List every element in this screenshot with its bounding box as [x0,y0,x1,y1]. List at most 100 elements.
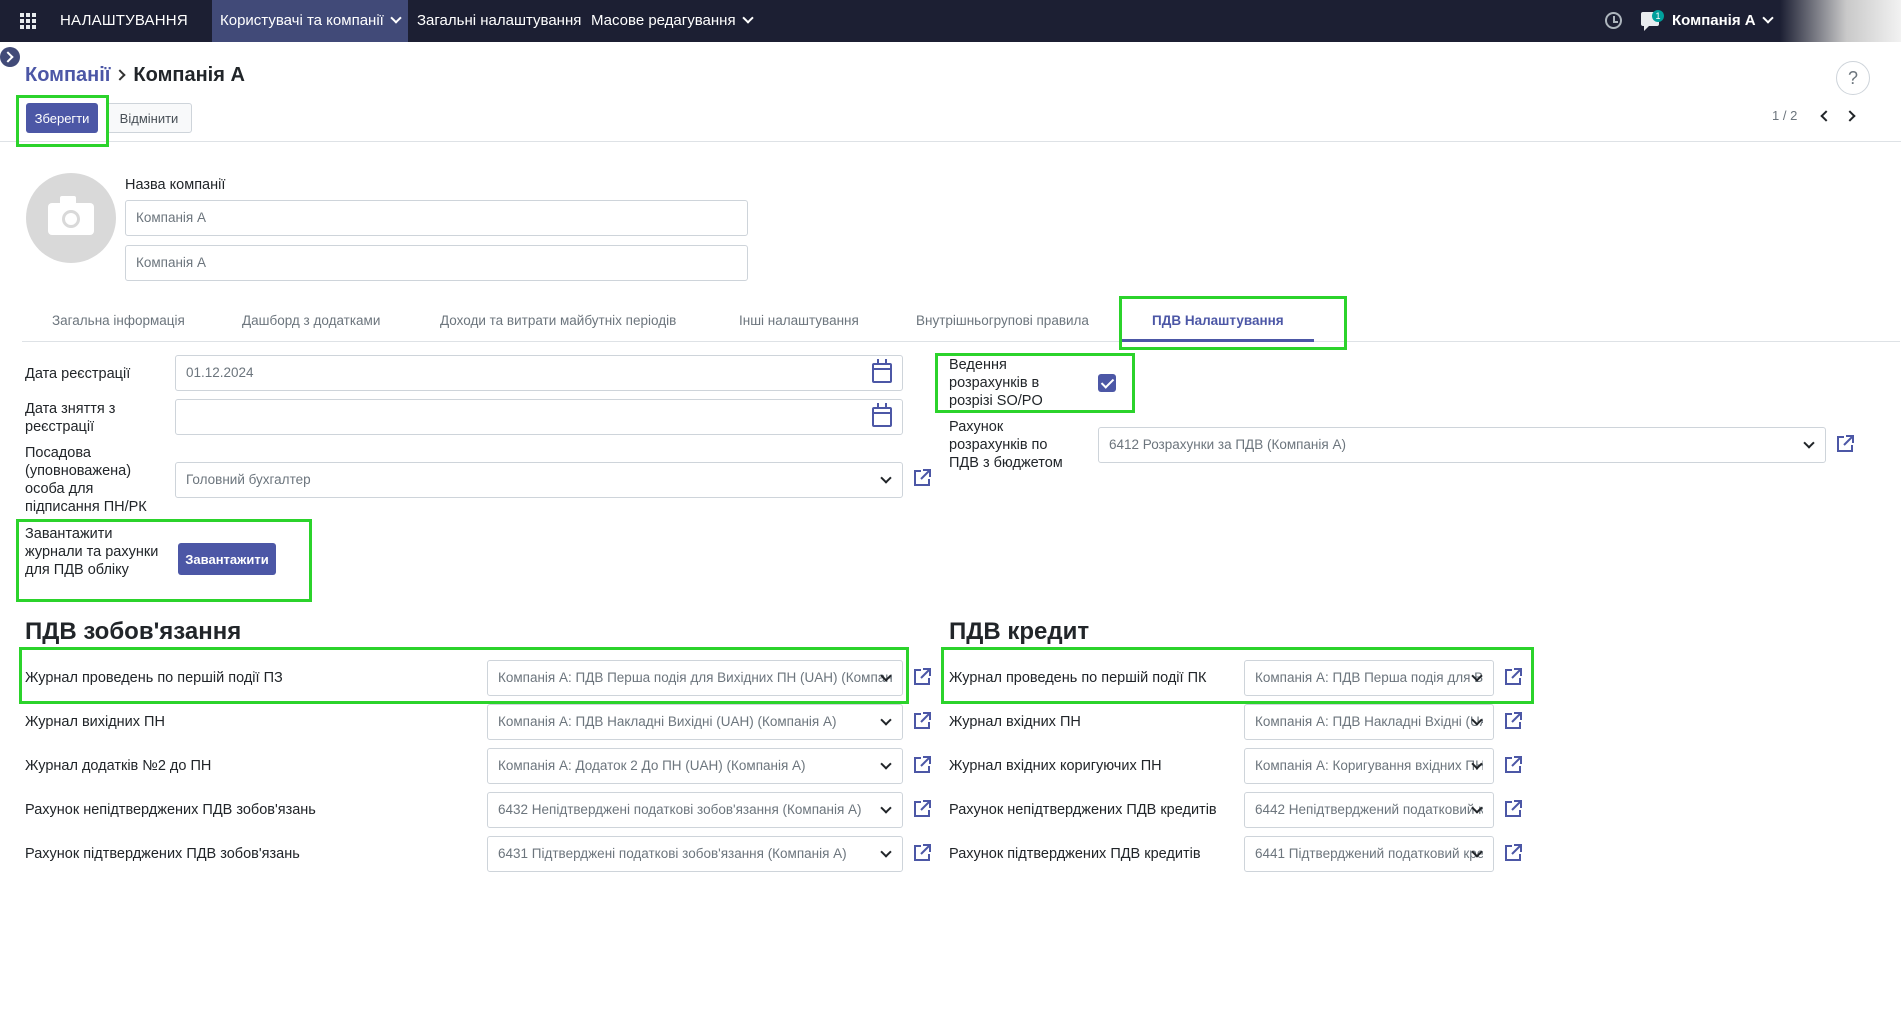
external-link-icon[interactable] [912,843,932,863]
tab-general-info[interactable]: Загальна інформація [22,302,215,342]
credit-confirmed-account-select[interactable]: 6441 Підтверджений податковий кредит (Ко… [1244,836,1494,872]
discard-button[interactable]: Відмінити [106,103,192,133]
liability-label: Рахунок підтверджених ПДВ зобов'язань [25,846,300,862]
help-button[interactable]: ? [1836,61,1870,95]
credit-value: Компанія А: ПДВ Накладні Вхідні (UAH) (К… [1255,714,1483,729]
apps-grid-icon[interactable] [20,13,36,29]
activity-clock-icon[interactable] [1605,12,1622,29]
liabilities-section-title: ПДВ зобов'язання [25,618,242,645]
liability-value: Компанія А: Додаток 2 До ПН (UAH) (Компа… [498,758,806,773]
sidebar-toggle-icon[interactable] [0,47,20,67]
tab-intercompany[interactable]: Внутрішньогрупові правила [886,302,1119,342]
liability-outgoing-journal-select[interactable]: Компанія А: ПДВ Накладні Вихідні (UAH) (… [487,704,903,740]
user-menu-area [1780,0,1901,42]
company-name: Компанія А [1672,12,1756,29]
dereg-date-label: Дата зняття з реєстрації [25,401,116,435]
menu-general-settings[interactable]: Загальні налаштування [409,0,589,42]
breadcrumb: Компанії Компанія А [25,62,245,88]
liability-value: 6431 Підтверджені податкові зобов'язання… [498,846,847,861]
liability-value: 6432 Непідтверджені податкові зобов'язан… [498,802,862,817]
load-journals-button[interactable]: Завантажити [178,543,276,575]
reg-date-value: 01.12.2024 [186,365,254,380]
credit-value: Компанія А: ПДВ Перша подія для Вхідних … [1255,670,1483,685]
credit-label: Рахунок непідтверджених ПДВ кредитів [949,802,1217,818]
company-name-input[interactable]: Компанія А [125,200,748,236]
external-link-icon[interactable] [1503,667,1523,687]
company-logo-avatar[interactable] [26,173,116,263]
notebook-tabs: Загальна інформація Дашборд з додатками … [22,302,1900,342]
external-link-icon[interactable] [912,711,932,731]
chevron-right-icon [114,69,127,81]
pager-value: 1 / 2 [1772,108,1798,123]
credit-section-title: ПДВ кредит [949,618,1090,645]
control-panel [0,42,1901,142]
so-po-checkbox[interactable] [1098,374,1116,392]
credit-label: Журнал проведень по першій події ПК [949,670,1207,686]
liability-label: Журнал додатків №2 до ПН [25,758,212,774]
external-link-icon[interactable] [1503,799,1523,819]
liability-first-event-journal-select[interactable]: Компанія А: ПДВ Перша подія для Вихідних… [487,660,903,696]
menu-users-companies[interactable]: Користувачі та компанії [212,0,408,42]
so-po-label: Ведення розрахунків в розрізі SO/PO [949,357,1043,409]
chevron-down-icon [1761,12,1774,24]
signer-select[interactable]: Головний бухгалтер [175,462,903,498]
budget-account-label: Рахунок розрахунків по ПДВ з бюджетом [949,419,1063,471]
chevron-down-icon [390,12,402,24]
menu-label: Загальні налаштування [417,12,582,29]
menu-mass-edit[interactable]: Масове редагування [583,0,760,42]
tab-deferred[interactable]: Доходи та витрати майбутніх періодів [410,302,706,342]
budget-account-select[interactable]: 6412 Розрахунки за ПДВ (Компанія А) [1098,427,1826,463]
top-navbar: НАЛАШТУВАННЯ Користувачі та компанії Заг… [0,0,1901,42]
chevron-down-icon [741,12,754,24]
company-name-second-value: Компанія А [136,255,206,270]
camera-icon [48,196,94,235]
liability-appendix-journal-select[interactable]: Компанія А: Додаток 2 До ПН (UAH) (Компа… [487,748,903,784]
menu-label: Користувачі та компанії [220,12,384,29]
credit-unconfirmed-account-select[interactable]: 6442 Непідтверджений податковий кредит (… [1244,792,1494,828]
breadcrumb-current: Компанія А [133,64,245,86]
credit-value: 6442 Непідтверджений податковий кредит (… [1255,802,1483,817]
liability-value: Компанія А: ПДВ Перша подія для Вихідних… [498,670,892,685]
calendar-icon[interactable] [872,403,892,427]
tab-dashboard[interactable]: Дашборд з додатками [212,302,410,342]
signer-label: Посадова (уповноважена) особа для підпис… [25,445,147,515]
external-link-icon[interactable] [912,468,932,488]
external-link-icon[interactable] [912,799,932,819]
liability-confirmed-account-select[interactable]: 6431 Підтверджені податкові зобов'язання… [487,836,903,872]
liability-label: Журнал вихідних ПН [25,714,165,730]
external-link-icon[interactable] [912,667,932,687]
breadcrumb-parent-link[interactable]: Компанії [25,64,110,86]
reg-date-input[interactable]: 01.12.2024 [175,355,903,391]
tab-other-settings[interactable]: Інші налаштування [709,302,889,342]
menu-label: Масове редагування [591,12,736,29]
company-name-label: Назва компанії [125,177,226,193]
credit-value: 6441 Підтверджений податковий кредит (Ко… [1255,846,1483,861]
budget-account-value: 6412 Розрахунки за ПДВ (Компанія А) [1109,437,1346,452]
company-name-value: Компанія А [136,210,206,225]
external-link-icon[interactable] [912,755,932,775]
tab-vat-settings[interactable]: ПДВ Налаштування [1122,302,1314,342]
load-journals-label: Завантажити журнали та рахунки для ПДВ о… [25,526,159,578]
credit-first-event-journal-select[interactable]: Компанія А: ПДВ Перша подія для Вхідних … [1244,660,1494,696]
chat-counter-badge: 1 [1652,10,1664,22]
calendar-icon[interactable] [872,359,892,383]
credit-incoming-journal-select[interactable]: Компанія А: ПДВ Накладні Вхідні (UAH) (К… [1244,704,1494,740]
external-link-icon[interactable] [1503,843,1523,863]
company-switcher[interactable]: Компанія А [1672,0,1774,42]
external-link-icon[interactable] [1503,711,1523,731]
external-link-icon[interactable] [1503,755,1523,775]
external-link-icon[interactable] [1835,434,1855,454]
credit-correction-journal-select[interactable]: Компанія А: Коригування вхідних ПН (UAH)… [1244,748,1494,784]
credit-label: Журнал вхідних коригуючих ПН [949,758,1162,774]
liability-value: Компанія А: ПДВ Накладні Вихідні (UAH) (… [498,714,837,729]
credit-label: Журнал вхідних ПН [949,714,1081,730]
company-name-second-input[interactable]: Компанія А [125,245,748,281]
save-button[interactable]: Зберегти [26,103,98,133]
app-brand[interactable]: НАЛАШТУВАННЯ [60,0,188,42]
signer-value: Головний бухгалтер [186,472,311,487]
reg-date-label: Дата реєстрації [25,366,131,382]
credit-value: Компанія А: Коригування вхідних ПН (UAH)… [1255,758,1483,773]
credit-label: Рахунок підтверджених ПДВ кредитів [949,846,1201,862]
dereg-date-input[interactable] [175,399,903,435]
liability-unconfirmed-account-select[interactable]: 6432 Непідтверджені податкові зобов'язан… [487,792,903,828]
